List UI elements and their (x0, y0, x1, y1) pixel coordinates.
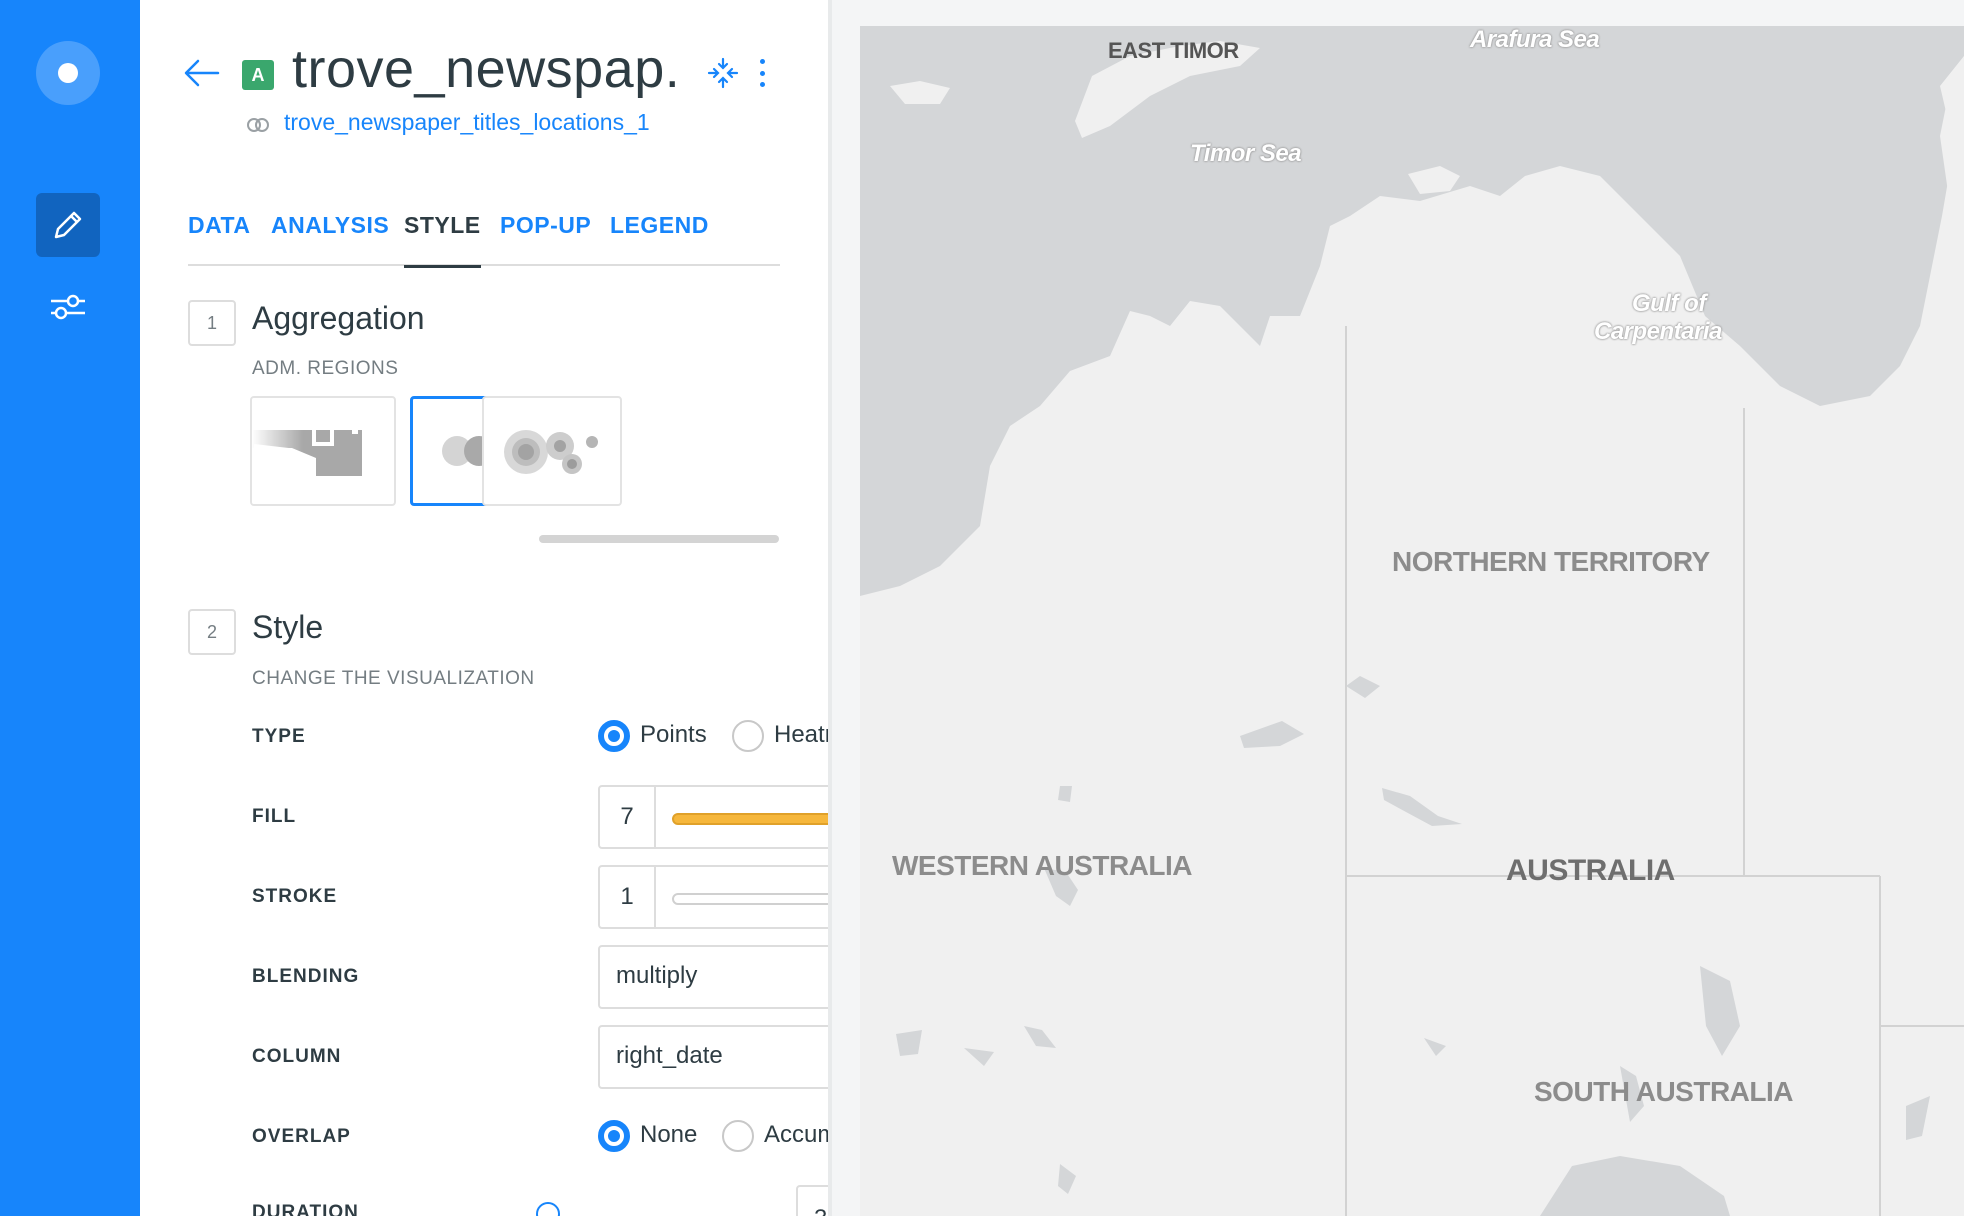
pencil-icon (54, 211, 82, 239)
panel-tabs: DATA ANALYSIS STYLE POP-UP LEGEND (188, 206, 780, 268)
blending-select[interactable]: multiply (598, 945, 828, 1009)
overlap-accum-radio[interactable] (722, 1120, 754, 1152)
dataset-source-link[interactable]: trove_newspaper_titles_locations_1 (284, 109, 650, 136)
duration-slider-handle[interactable] (536, 1202, 560, 1216)
aggregation-option-animated[interactable] (482, 396, 622, 506)
tab-analysis[interactable]: ANALYSIS (271, 212, 389, 265)
stroke-color-bar[interactable] (672, 893, 828, 905)
map-label-gulf-1: Gulf of (1632, 290, 1706, 317)
overlap-accum-label: Accum. (764, 1121, 828, 1148)
tab-popup[interactable]: POP-UP (500, 212, 591, 265)
fill-color-bar[interactable] (672, 813, 828, 825)
dataset-source-icon (247, 118, 269, 132)
aggregation-option-polygons[interactable] (250, 396, 396, 506)
map-canvas[interactable]: EAST TIMOR Arafura Sea Timor Sea Gulf of… (860, 26, 1964, 1216)
duration-value: 30 (814, 1205, 828, 1216)
tab-data[interactable]: DATA (188, 212, 250, 265)
animated-points-icon (504, 430, 598, 474)
map-label-northern-territory: NORTHERN TERRITORY (1392, 546, 1710, 577)
stroke-control[interactable]: 1 (598, 865, 828, 929)
aggregation-scrollbar[interactable] (539, 535, 779, 543)
stroke-label: STROKE (252, 886, 338, 907)
type-label: TYPE (252, 726, 306, 747)
type-heatmap-radio[interactable] (732, 720, 764, 752)
map-label-gulf-2: Carpentaria (1594, 318, 1722, 345)
tab-legend[interactable]: LEGEND (610, 212, 709, 265)
duration-label: DURATION (252, 1202, 359, 1216)
sliders-icon (51, 294, 85, 320)
overlap-label: OVERLAP (252, 1126, 351, 1147)
column-value: right_date (616, 1042, 723, 1069)
layer-letter-badge: A (242, 60, 274, 90)
column-select[interactable]: right_date (598, 1025, 828, 1089)
fill-control[interactable]: 7 (598, 785, 828, 849)
basemap (860, 26, 1964, 1216)
map-label-south-australia: SOUTH AUSTRALIA (1534, 1076, 1794, 1107)
column-label: COLUMN (252, 1046, 342, 1067)
aggregation-title: Aggregation (252, 300, 425, 336)
map-label-east-timor: EAST TIMOR (1108, 38, 1239, 63)
blending-value: multiply (616, 962, 698, 989)
type-points-label: Points (640, 721, 707, 748)
map-label-australia: AUSTRALIA (1506, 854, 1675, 887)
type-points-radio[interactable] (598, 720, 630, 752)
zoom-to-layer-icon[interactable] (706, 56, 740, 90)
overlap-none-label: None (640, 1121, 698, 1148)
fill-label: FILL (252, 806, 297, 827)
tab-style[interactable]: STYLE (404, 212, 481, 268)
stroke-size-value[interactable]: 1 (600, 867, 656, 927)
filters-button[interactable] (36, 275, 100, 339)
type-heatmap-label: Heatmap (774, 721, 828, 748)
polygons-icon (252, 398, 394, 504)
overlap-none-radio[interactable] (598, 1120, 630, 1152)
left-rail (0, 0, 140, 1216)
layer-title[interactable]: trove_newspap.. (292, 38, 682, 100)
style-subtitle: CHANGE THE VISUALIZATION (252, 668, 535, 689)
more-options-icon[interactable] (752, 56, 772, 90)
map-label-western-australia: WESTERN AUSTRALIA (892, 850, 1193, 881)
logo-dot (58, 63, 78, 83)
edit-pencil-button[interactable] (36, 193, 100, 257)
aggregation-subtitle: ADM. REGIONS (252, 358, 399, 379)
style-title: Style (252, 609, 324, 645)
map-label-timor-sea: Timor Sea (1190, 140, 1302, 167)
carto-logo[interactable] (36, 41, 100, 105)
map-label-arafura-sea: Arafura Sea (1470, 26, 1600, 53)
blending-label: BLENDING (252, 966, 360, 987)
duration-input[interactable]: 30 (796, 1185, 828, 1216)
back-arrow-icon[interactable] (182, 55, 222, 91)
layer-style-panel: A trove_newspap.. trove_newspaper_titles… (140, 0, 828, 1216)
fill-size-value[interactable]: 7 (600, 787, 656, 847)
step-number-1: 1 (188, 300, 236, 346)
step-number-2: 2 (188, 609, 236, 655)
panel-map-divider (828, 0, 832, 1216)
